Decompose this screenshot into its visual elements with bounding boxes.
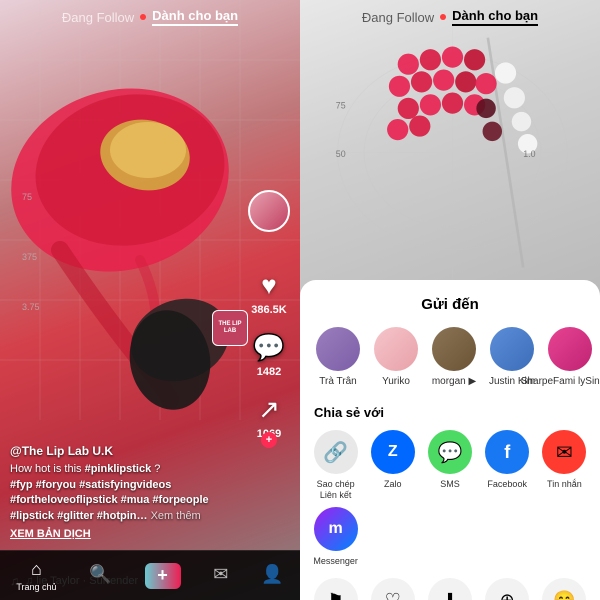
home-icon: ⌂ [31,559,42,580]
search-icon: 🔍 [89,564,111,585]
right-video-panel: Đang Follow Dành cho bạn [300,0,600,600]
share-option-messenger[interactable]: m Messenger [310,507,361,567]
facebook-icon: f [485,430,529,474]
svg-text:75: 75 [336,100,346,110]
report-option-bao-cao[interactable]: ⚑ Báo cáo [310,578,361,600]
report-option-khong-quan-tam[interactable]: ♡ Không Quan tâm [367,578,418,600]
friend-item[interactable]: SharpeFami lySingers [546,327,594,387]
nav-search[interactable]: 🔍 [89,564,111,587]
tab-danh-cho-ban-right[interactable]: Dành cho bạn [452,8,538,26]
live-dot-left [140,14,146,20]
report-option-luu-video[interactable]: ⬇ Lưu video [424,578,475,600]
live-dot-right [440,14,446,20]
share-with-title: Chia sẻ với [300,405,600,420]
tab-dang-follow-left[interactable]: Đang Follow [62,10,134,25]
share-options-grid: 🔗 Sao chép Liên kết Z Zalo 💬 SMS f Faceb… [300,430,600,566]
comment-icon: 💬 [253,332,285,363]
comment-button[interactable]: 💬 1482 [253,332,285,378]
svg-text:1.0: 1.0 [523,149,535,159]
copy-link-icon: 🔗 [314,430,358,474]
share-option-sms[interactable]: 💬 SMS [424,430,475,501]
like-count: 386.5K [251,304,286,316]
report-row: ⚑ Báo cáo ♡ Không Quan tâm ⬇ Lưu video ⊕… [300,578,600,600]
save-video-icon: ⬇ [428,578,472,600]
messenger-label: Messenger [313,556,358,567]
top-bar-left: Đang Follow Dành cho bạn [0,8,300,26]
zalo-icon: Z [371,430,415,474]
share-option-facebook[interactable]: f Facebook [482,430,533,501]
creator-name[interactable]: @The Lip Lab U.K [10,444,245,458]
report-icon: ⚑ [314,578,358,600]
bottom-info: @The Lip Lab U.K How hot is this #pinkli… [10,444,245,540]
friend-name-1: Trà Trân [319,376,356,387]
inbox-icon: ✉ [213,564,228,585]
friend-name-2: Yuriko [382,376,410,387]
follow-plus[interactable]: + [261,432,277,448]
duet-icon: ⊕ [485,578,529,600]
not-interested-icon: ♡ [371,578,415,600]
message-icon: ✉ [542,430,586,474]
like-button[interactable]: ♥ 386.5K [251,270,286,316]
report-option-duet[interactable]: ⊕ Duet [482,578,533,600]
sms-icon: 💬 [428,430,472,474]
friend-avatar-5 [548,327,592,371]
brand-text: THE LIP LAB [213,321,247,334]
copy-link-label: Sao chép Liên kết [310,479,361,501]
right-actions: + ♥ 386.5K 💬 1482 ↗ 1069 [248,160,290,440]
nav-profile[interactable]: 👤 [261,564,283,587]
nav-home-label: Trang chủ [16,582,56,592]
nav-inbox[interactable]: ✉ [213,564,228,587]
svg-text:3.75: 3.75 [22,302,40,312]
avatar[interactable] [248,190,290,232]
translate-button[interactable]: XEM BẢN DỊCH [10,528,245,540]
share-panel: Gửi đến Trà Trân Yuriko morgan ▶ [300,280,600,600]
friend-avatar-2 [374,327,418,371]
facebook-label: Facebook [487,479,527,490]
sms-label: SMS [440,479,460,490]
friend-item[interactable]: Trà Trân [314,327,362,387]
profile-icon: 👤 [261,564,283,585]
share-icon: ↗ [258,394,280,425]
react-icon: 😊 [542,578,586,600]
top-bar-right: Đang Follow Dành cho bạn [300,8,600,26]
friend-avatar-3 [432,327,476,371]
svg-text:375: 375 [22,252,37,262]
messenger-icon: m [314,507,358,551]
friend-avatar-4 [490,327,534,371]
bottom-nav: ⌂ Trang chủ 🔍 + ✉ 👤 [0,550,300,600]
share-option-message[interactable]: ✉ Tin nhắn [539,430,590,501]
svg-text:75: 75 [22,192,32,202]
tab-dang-follow-right[interactable]: Đang Follow [362,10,434,25]
right-video-bg: Đang Follow Dành cho bạn [300,0,600,312]
caption: How hot is this #pinklipstick ? #fyp #fo… [10,462,245,524]
tab-danh-cho-ban-left[interactable]: Dành cho bạn [152,8,238,26]
friend-item[interactable]: morgan ▶ [430,327,478,387]
see-more[interactable]: Xem thêm [151,510,201,522]
heart-icon: ♥ [261,270,276,301]
share-option-copy[interactable]: 🔗 Sao chép Liên kết [310,430,361,501]
left-video-panel[interactable]: 75 375 3.75 Đang Follow Dành cho bạn + ♥… [0,0,300,600]
friend-item[interactable]: Yuriko [372,327,420,387]
friend-name-5: SharpeFami lySingers [521,376,600,387]
report-option-react[interactable]: 😊 React [539,578,590,600]
add-video-button[interactable]: + [145,563,181,589]
friend-avatar-1 [316,327,360,371]
brand-badge: THE LIP LAB [212,310,248,346]
friend-name-3: morgan ▶ [432,376,476,387]
nav-home[interactable]: ⌂ Trang chủ [16,559,56,592]
share-option-zalo[interactable]: Z Zalo [367,430,418,501]
zalo-label: Zalo [384,479,402,490]
share-title: Gửi đến [300,296,600,313]
svg-text:50: 50 [336,149,346,159]
comment-count: 1482 [257,366,281,378]
friends-row: Trà Trân Yuriko morgan ▶ Justin Kim [300,327,600,387]
message-label: Tin nhắn [547,479,582,490]
